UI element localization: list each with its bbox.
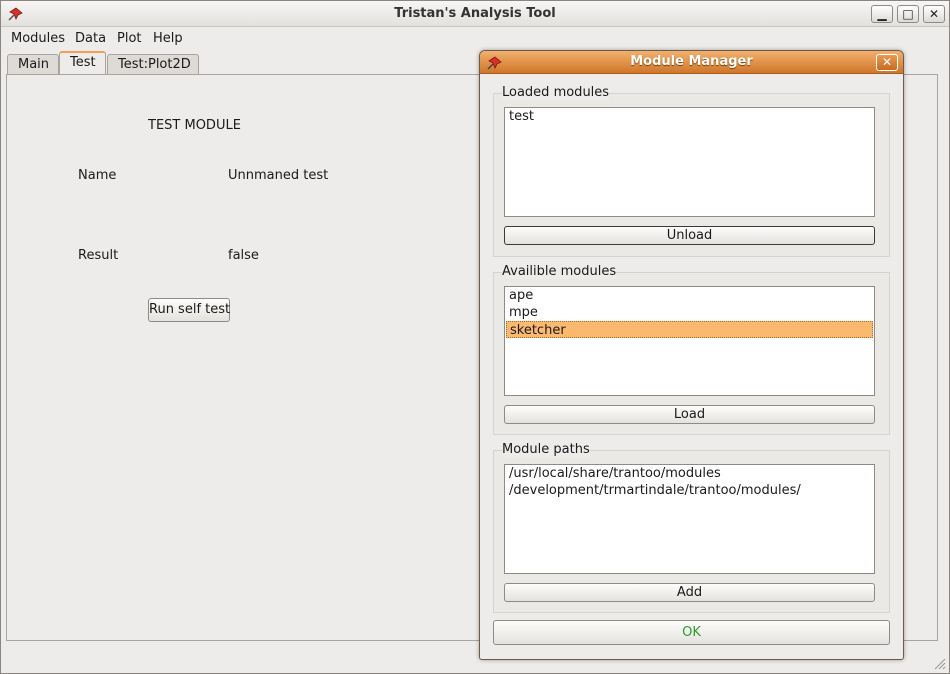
close-icon: ✕ bbox=[881, 55, 893, 69]
result-label: Result bbox=[78, 248, 119, 263]
available-modules-group: Availible modules ape mpe sketcher Load bbox=[493, 264, 890, 435]
tab-main[interactable]: Main bbox=[7, 54, 59, 75]
unload-button[interactable]: Unload bbox=[504, 226, 875, 245]
test-module-heading: TEST MODULE bbox=[148, 118, 241, 133]
tab-test[interactable]: Test bbox=[59, 51, 106, 75]
title-bar[interactable]: Tristan's Analysis Tool ▁ □ ✕ bbox=[1, 1, 949, 27]
menu-plot[interactable]: Plot bbox=[117, 31, 142, 46]
close-button[interactable]: ✕ bbox=[923, 5, 945, 23]
module-paths-list[interactable]: /usr/local/share/trantoo/modules /develo… bbox=[504, 464, 875, 574]
dialog-close-button[interactable]: ✕ bbox=[876, 54, 898, 71]
minimize-icon: ▁ bbox=[877, 7, 887, 21]
loaded-modules-title: Loaded modules bbox=[502, 85, 610, 100]
available-modules-title: Availible modules bbox=[502, 264, 617, 279]
list-item[interactable]: ape bbox=[505, 287, 874, 304]
list-item[interactable]: /development/trmartindale/trantoo/module… bbox=[505, 482, 874, 499]
name-label: Name bbox=[78, 168, 117, 183]
add-button[interactable]: Add bbox=[504, 583, 875, 602]
name-value: Unnmaned test bbox=[228, 168, 329, 183]
result-value: false bbox=[228, 248, 259, 263]
close-icon: ✕ bbox=[928, 7, 940, 21]
list-item[interactable]: test bbox=[505, 108, 874, 125]
list-item[interactable]: /usr/local/share/trantoo/modules bbox=[505, 465, 874, 482]
module-manager-dialog: Module Manager ✕ Loaded modules test Unl… bbox=[479, 50, 904, 660]
maximize-icon: □ bbox=[902, 7, 914, 21]
module-paths-title: Module paths bbox=[502, 442, 590, 457]
menu-bar: Modules Data Plot Help bbox=[1, 28, 949, 50]
list-item-selected[interactable]: sketcher bbox=[506, 321, 873, 338]
list-item[interactable]: mpe bbox=[505, 304, 874, 321]
loaded-modules-group: Loaded modules test Unload bbox=[493, 85, 890, 257]
window-title: Tristan's Analysis Tool bbox=[394, 6, 556, 21]
minimize-button[interactable]: ▁ bbox=[871, 5, 893, 23]
menu-modules[interactable]: Modules bbox=[11, 31, 65, 46]
dialog-title-bar[interactable]: Module Manager ✕ bbox=[480, 51, 903, 74]
maximize-button[interactable]: □ bbox=[897, 5, 919, 23]
run-self-test-button[interactable]: Run self test bbox=[148, 298, 230, 322]
loaded-modules-list[interactable]: test bbox=[504, 107, 875, 217]
menu-data[interactable]: Data bbox=[75, 31, 106, 46]
ok-button[interactable]: OK bbox=[493, 620, 890, 645]
tab-test-plot2d[interactable]: Test:Plot2D bbox=[107, 54, 199, 75]
menu-help[interactable]: Help bbox=[153, 31, 183, 46]
load-button[interactable]: Load bbox=[504, 405, 875, 424]
dialog-title: Module Manager bbox=[630, 54, 753, 69]
module-paths-group: Module paths /usr/local/share/trantoo/mo… bbox=[493, 442, 890, 613]
available-modules-list[interactable]: ape mpe sketcher bbox=[504, 286, 875, 396]
resize-grip-icon[interactable] bbox=[932, 656, 946, 670]
